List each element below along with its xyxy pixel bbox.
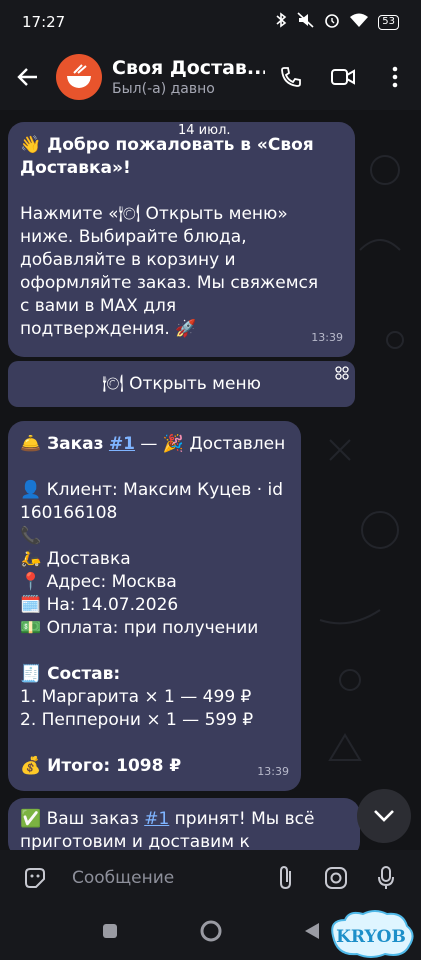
phone-icon — [281, 67, 301, 87]
sticker-icon — [25, 868, 45, 888]
video-call-button[interactable] — [317, 49, 369, 105]
open-menu-label: 🍽 Открыть меню — [102, 374, 261, 394]
client-line: 👤 Клиент: Максим Куцев · id — [20, 480, 284, 500]
chat-title: Своя Достав... — [112, 57, 265, 79]
paperclip-icon — [280, 865, 291, 890]
message-composer: Сообщение — [0, 850, 421, 906]
message-time: 13:39 — [311, 331, 343, 344]
address-line: 📍 Адрес: Москва — [20, 572, 177, 592]
avatar[interactable] — [56, 54, 102, 100]
circle-icon — [200, 920, 221, 942]
message-bubble-accepted[interactable]: ✅ Ваш заказ #1 принят! Мы всё приготовим… — [8, 798, 360, 858]
video-icon — [331, 69, 355, 85]
client-id: 160166108 — [20, 503, 118, 523]
back-button[interactable] — [0, 49, 56, 105]
order-status: — 🎉 Доставлен — [140, 434, 286, 454]
message-time: 13:39 — [257, 765, 289, 778]
chat-header: Своя Достав... Был(-а) давно — [0, 44, 421, 110]
arrow-left-icon — [17, 68, 37, 86]
message-bubble-order[interactable]: 🛎️ Заказ #1 — 🎉 Доставлен 👤 Клиент: Макс… — [8, 421, 301, 791]
status-bar: 17:27 53 — [0, 0, 421, 44]
order-item: 2. Пепперони × 1 — 599 ₽ — [20, 710, 254, 730]
message-text-line: оформляйте заказ. Мы свяжемся — [20, 273, 319, 293]
status-icons: 53 — [274, 12, 399, 32]
phone-line: 📞 — [20, 526, 42, 546]
date-divider: 14 июл. — [178, 123, 231, 138]
wifi-icon — [349, 12, 369, 32]
scroll-to-bottom-button[interactable] — [357, 789, 411, 843]
back-nav-button[interactable] — [303, 921, 321, 945]
bluetooth-icon — [274, 12, 288, 32]
order-link[interactable]: #1 — [109, 434, 135, 454]
call-button[interactable] — [265, 49, 317, 105]
message-line-gap — [20, 640, 289, 663]
message-line-gap — [20, 180, 343, 203]
alarm-icon — [324, 12, 340, 32]
order-prefix: 🛎️ Заказ — [20, 434, 104, 454]
chevron-down-icon — [374, 810, 394, 822]
delivery-line: 🛵 Доставка — [20, 549, 131, 569]
watermark-text: KRYOB — [336, 927, 406, 947]
chat-title-block[interactable]: Своя Достав... Был(-а) давно — [112, 57, 265, 97]
triangle-back-icon — [304, 923, 319, 939]
message-text-line: подтверждения. 🚀 — [20, 319, 197, 339]
status-time: 17:27 — [22, 13, 66, 31]
message-text-line: ниже. Выбирайте блюда, — [20, 227, 247, 247]
attach-button[interactable] — [261, 853, 311, 903]
microphone-icon — [378, 866, 394, 889]
message-input[interactable]: Сообщение — [60, 868, 261, 888]
message-line-gap — [20, 732, 289, 755]
message-bubble-welcome[interactable]: 👋 Добро пожаловать в «Своя Доставка»! На… — [8, 122, 355, 357]
more-menu-button[interactable] — [369, 49, 421, 105]
order-item: 1. Маргарита × 1 — 499 ₽ — [20, 687, 252, 707]
message-text-line: Нажмите «🍽 Открыть меню» — [20, 204, 288, 224]
battery-indicator: 53 — [378, 14, 399, 30]
home-button[interactable] — [199, 919, 223, 947]
bowl-icon — [67, 64, 91, 88]
square-icon — [102, 924, 117, 938]
order-link[interactable]: #1 — [144, 809, 169, 829]
message-text-line: с вами в MAX для — [20, 296, 177, 316]
accepted-rest: принят! Мы всё — [174, 809, 315, 829]
camera-button[interactable] — [311, 853, 361, 903]
camera-icon — [325, 867, 347, 889]
date-line: 🗓️ На: 14.07.2026 — [20, 595, 179, 615]
watermark-badge: KRYOB — [325, 906, 417, 960]
items-title: 🧾 Состав: — [20, 664, 121, 684]
payment-line: 💵 Оплата: при получении — [20, 618, 259, 638]
chat-subtitle: Был(-а) давно — [112, 81, 215, 97]
open-menu-button[interactable]: 🍽 Открыть меню — [8, 361, 355, 407]
message-text-line: Доставка»! — [20, 158, 131, 178]
grid-icon — [335, 365, 349, 385]
message-text-line: добавляйте в корзину и — [20, 250, 236, 270]
recents-button[interactable] — [101, 922, 119, 944]
more-vertical-icon — [392, 66, 398, 88]
mute-icon — [297, 12, 315, 32]
sticker-button[interactable] — [10, 853, 60, 903]
order-total: 💰 Итого: 1098 ₽ — [20, 756, 182, 776]
accepted-prefix: ✅ Ваш заказ — [20, 809, 139, 829]
message-line-gap — [20, 456, 289, 479]
voice-button[interactable] — [361, 853, 411, 903]
